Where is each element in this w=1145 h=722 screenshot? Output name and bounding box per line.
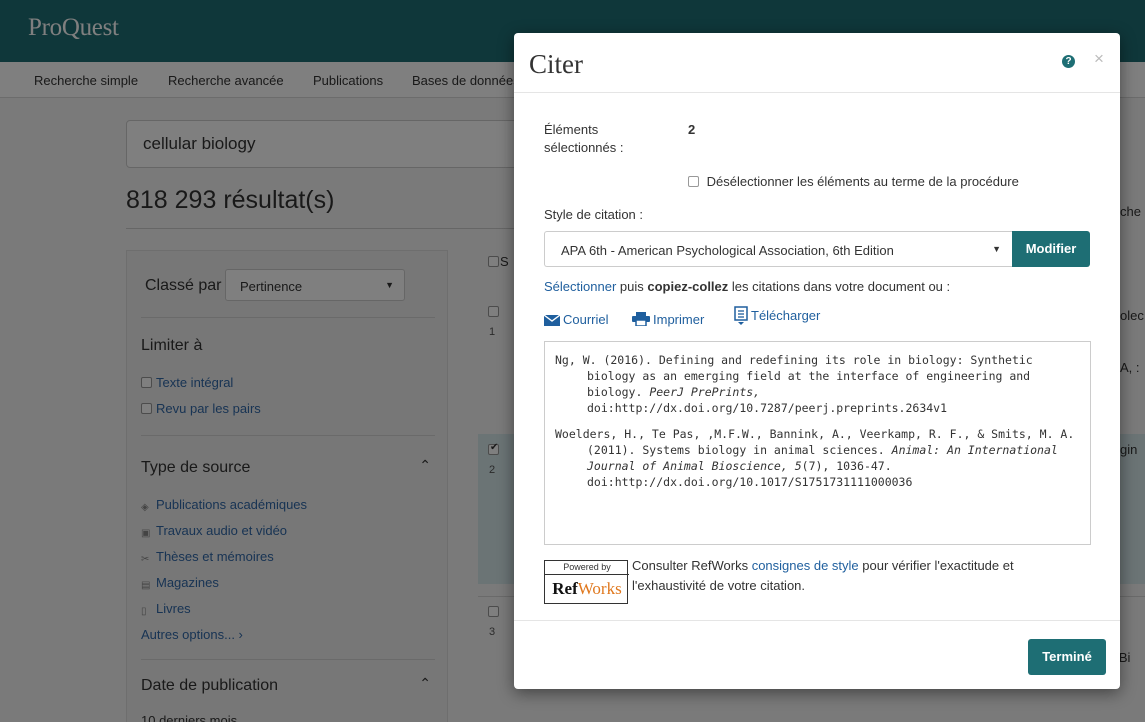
selected-items-label: Éléments sélectionnés : [544, 121, 624, 157]
done-button[interactable]: Terminé [1028, 639, 1106, 675]
label-line: sélectionnés : [544, 140, 624, 155]
citation-entry: Woelders, H., Te Pas, ,M.F.W., Bannink, … [555, 426, 1076, 490]
label-line: Éléments [544, 122, 599, 137]
close-icon[interactable]: × [1094, 49, 1104, 69]
powered-by-text: Powered by [545, 561, 629, 575]
download-label: Télécharger [751, 308, 821, 323]
deselect-label: Désélectionner les éléments au terme de … [706, 174, 1019, 189]
dialog-title: Citer [529, 49, 583, 79]
refworks-note: Consulter RefWorks consignes de style po… [632, 556, 1062, 596]
refworks-logo: Powered by RefWorks [544, 560, 629, 604]
deselect-option[interactable]: Désélectionner les éléments au terme de … [688, 174, 1019, 189]
deselect-checkbox[interactable] [688, 176, 699, 187]
instruction-text: les citations dans votre document ou : [728, 279, 951, 294]
instruction-text: puis [616, 279, 648, 294]
dialog-header: Citer ? × [514, 33, 1120, 93]
citation-style-value: APA 6th - American Psychological Associa… [561, 243, 894, 258]
printer-icon [632, 312, 650, 327]
brand-ref: Ref [552, 579, 578, 598]
chevron-down-icon: ▼ [992, 244, 1001, 254]
print-label: Imprimer [653, 312, 705, 327]
print-action[interactable]: Imprimer [632, 312, 704, 327]
help-icon[interactable]: ? [1062, 55, 1075, 68]
copy-instructions: Sélectionner puis copiez-collez les cita… [544, 279, 950, 294]
citation-text: Ng, W. (2016). Defining and redefining i… [555, 353, 1033, 399]
selected-count: 2 [688, 122, 696, 137]
citation-doi: doi:http://dx.doi.org/10.7287/peerj.prep… [587, 401, 948, 415]
email-label: Courriel [563, 312, 609, 327]
brand-works: Works [577, 579, 622, 598]
modify-button[interactable]: Modifier [1012, 231, 1090, 267]
instruction-bold: copiez-collez [647, 279, 729, 294]
citation-entry: Ng, W. (2016). Defining and redefining i… [555, 352, 1076, 416]
envelope-icon [543, 314, 561, 326]
style-guidelines-link[interactable]: consignes de style [752, 558, 859, 573]
style-label: Style de citation : [544, 207, 643, 222]
note-text: Consulter RefWorks [632, 558, 752, 573]
citation-journal: PeerJ PrePrints, [649, 385, 761, 399]
cite-dialog: Citer ? × Éléments sélectionnés : 2 Désé… [514, 33, 1120, 689]
select-link[interactable]: Sélectionner [544, 279, 616, 294]
refworks-brand: RefWorks [545, 576, 629, 602]
citations-text-area[interactable]: Ng, W. (2016). Defining and redefining i… [544, 341, 1091, 545]
citation-style-select[interactable]: APA 6th - American Psychological Associa… [544, 231, 1013, 267]
download-icon [734, 306, 748, 325]
download-action[interactable]: Télécharger [734, 306, 820, 327]
email-action[interactable]: Courriel [543, 312, 609, 327]
